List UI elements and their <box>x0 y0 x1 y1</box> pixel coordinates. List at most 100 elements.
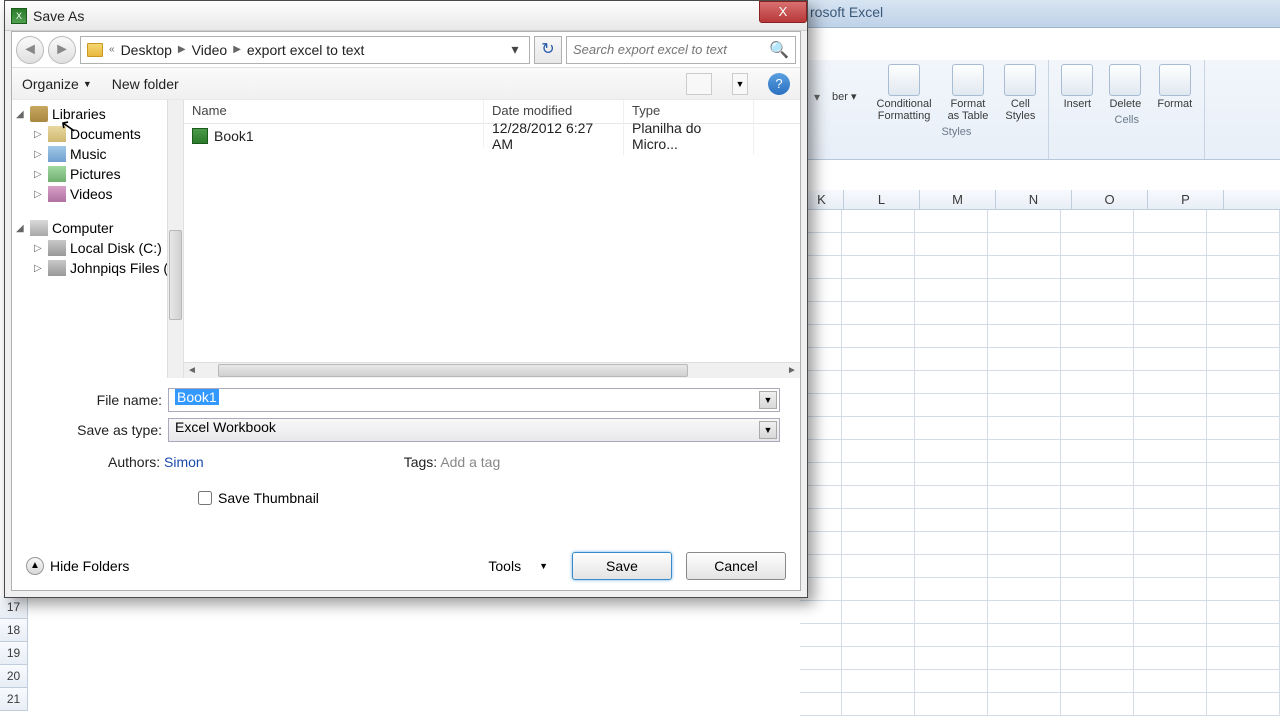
excel-titlebar: rosoft Excel <box>800 0 1280 28</box>
row-header[interactable]: 21 <box>0 688 28 711</box>
scrollbar-thumb[interactable] <box>169 230 182 320</box>
file-name: Book1 <box>214 128 254 144</box>
tags-input[interactable]: Add a tag <box>440 454 500 470</box>
format-as-table-button[interactable]: Format as Table <box>944 62 993 124</box>
search-input[interactable] <box>573 42 769 57</box>
cancel-button[interactable]: Cancel <box>686 552 786 580</box>
save-form: File name: Book1▼ Save as type: Excel Wo… <box>12 378 800 530</box>
savetype-combo[interactable]: Excel Workbook▼ <box>168 418 780 442</box>
ribbon-misc[interactable]: ▾ <box>810 60 824 159</box>
tree-localdisk[interactable]: ▷Local Disk (C:) <box>12 238 183 258</box>
hide-folders-button[interactable]: ▲ Hide Folders <box>26 557 129 575</box>
tree-videos[interactable]: ▷Videos <box>12 184 183 204</box>
ribbon-group-cells: Insert Delete Format Cells <box>1049 60 1205 159</box>
save-as-dialog: X Save As X ◄ ► « Desktop ▶ Video ▶ expo… <box>4 0 808 598</box>
filename-dropdown[interactable]: ▼ <box>759 391 777 409</box>
delete-button[interactable]: Delete <box>1105 62 1145 112</box>
col-header[interactable]: L <box>844 190 920 209</box>
row-header[interactable]: 17 <box>0 596 28 619</box>
nav-bar: ◄ ► « Desktop ▶ Video ▶ export excel to … <box>12 32 800 68</box>
conditional-formatting-button[interactable]: Conditional Formatting <box>873 62 936 124</box>
breadcrumb[interactable]: « Desktop ▶ Video ▶ export excel to text… <box>80 36 530 64</box>
breadcrumb-item[interactable]: export excel to text <box>247 42 365 58</box>
file-list-hscroll[interactable]: ◄ ► <box>184 362 800 378</box>
collapse-icon[interactable]: ◢ <box>16 223 26 234</box>
tree-documents[interactable]: ▷Documents <box>12 124 183 144</box>
col-header[interactable]: O <box>1072 190 1148 209</box>
tools-menu[interactable]: Tools▼ <box>488 558 558 574</box>
libraries-icon <box>30 106 48 122</box>
format-button[interactable]: Format <box>1153 62 1196 112</box>
col-header[interactable]: P <box>1148 190 1224 209</box>
tree-scrollbar[interactable] <box>167 100 183 378</box>
savetype-dropdown[interactable]: ▼ <box>759 421 777 439</box>
excel-grid[interactable]: K L M N O P <box>800 190 1280 720</box>
music-icon <box>48 146 66 162</box>
close-button[interactable]: X <box>759 1 807 23</box>
tree-johnpiqs[interactable]: ▷Johnpiqs Files (. <box>12 258 183 278</box>
col-header[interactable]: M <box>920 190 996 209</box>
expand-icon[interactable]: ▷ <box>34 189 44 200</box>
tree-computer[interactable]: ◢Computer <box>12 218 183 238</box>
save-thumbnail-label: Save Thumbnail <box>218 490 319 506</box>
breadcrumb-dropdown[interactable]: ▾ <box>507 41 523 58</box>
file-row[interactable]: Book1 12/28/2012 6:27 AM Planilha do Mic… <box>184 124 800 148</box>
scrollbar-thumb[interactable] <box>218 364 688 377</box>
breadcrumb-item[interactable]: Video <box>192 42 228 58</box>
chevron-right-icon: ▶ <box>178 44 186 55</box>
file-date: 12/28/2012 6:27 AM <box>484 117 624 155</box>
authors-label: Authors: <box>108 454 160 470</box>
expand-icon[interactable]: ▷ <box>34 169 44 180</box>
col-name[interactable]: Name <box>184 100 484 123</box>
collapse-icon[interactable]: ◢ <box>16 109 26 120</box>
filename-label: File name: <box>72 392 168 408</box>
folder-icon <box>87 43 103 57</box>
view-button[interactable] <box>686 73 712 95</box>
folder-tree[interactable]: ◢Libraries ▷Documents ▷Music ▷Pictures ▷… <box>12 100 184 378</box>
save-button[interactable]: Save <box>572 552 672 580</box>
tree-libraries[interactable]: ◢Libraries <box>12 104 183 124</box>
tree-pictures[interactable]: ▷Pictures <box>12 164 183 184</box>
breadcrumb-item[interactable]: Desktop <box>121 42 172 58</box>
search-box[interactable]: 🔍 <box>566 36 796 64</box>
dialog-title: Save As <box>33 8 801 24</box>
ribbon-misc2[interactable]: ber ▾ <box>824 60 864 159</box>
dialog-titlebar[interactable]: X Save As <box>5 1 807 31</box>
dialog-toolbar: Organize ▼ New folder ▼ ? <box>12 68 800 100</box>
dialog-footer: ▲ Hide Folders Tools▼ Save Cancel <box>26 552 786 580</box>
filename-input[interactable]: Book1▼ <box>168 388 780 412</box>
organize-menu[interactable]: Organize ▼ <box>22 76 92 92</box>
back-button[interactable]: ◄ <box>16 36 44 64</box>
expand-icon[interactable]: ▷ <box>34 149 44 160</box>
disk-icon <box>48 240 66 256</box>
row-header[interactable]: 19 <box>0 642 28 665</box>
expand-icon[interactable]: ▷ <box>34 263 44 274</box>
computer-icon <box>30 220 48 236</box>
tree-music[interactable]: ▷Music <box>12 144 183 164</box>
view-dropdown[interactable]: ▼ <box>732 73 748 95</box>
chevron-up-icon: ▲ <box>26 557 44 575</box>
disk-icon <box>48 260 66 276</box>
scroll-left-icon[interactable]: ◄ <box>184 365 200 376</box>
chevron-right-icon: ▶ <box>233 44 241 55</box>
ribbon-group-styles: Conditional Formatting Format as Table C… <box>865 60 1050 159</box>
file-list[interactable]: Name Date modified Type Book1 12/28/2012… <box>184 100 800 378</box>
savetype-label: Save as type: <box>72 422 168 438</box>
scroll-right-icon[interactable]: ► <box>784 365 800 376</box>
col-header[interactable]: N <box>996 190 1072 209</box>
row-header[interactable]: 20 <box>0 665 28 688</box>
expand-icon[interactable]: ▷ <box>34 243 44 254</box>
expand-icon[interactable]: ▷ <box>34 129 44 140</box>
insert-button[interactable]: Insert <box>1057 62 1097 112</box>
tags-label: Tags: <box>404 454 437 470</box>
row-headers-bottom: 17 18 19 20 21 <box>0 596 30 711</box>
save-thumbnail-checkbox[interactable] <box>198 491 212 505</box>
cell-styles-button[interactable]: Cell Styles <box>1000 62 1040 124</box>
authors-value[interactable]: Simon <box>164 454 204 470</box>
help-button[interactable]: ? <box>768 73 790 95</box>
new-folder-button[interactable]: New folder <box>112 76 179 92</box>
refresh-button[interactable]: ↻ <box>534 36 562 64</box>
forward-button[interactable]: ► <box>48 36 76 64</box>
search-icon[interactable]: 🔍 <box>769 40 789 60</box>
row-header[interactable]: 18 <box>0 619 28 642</box>
